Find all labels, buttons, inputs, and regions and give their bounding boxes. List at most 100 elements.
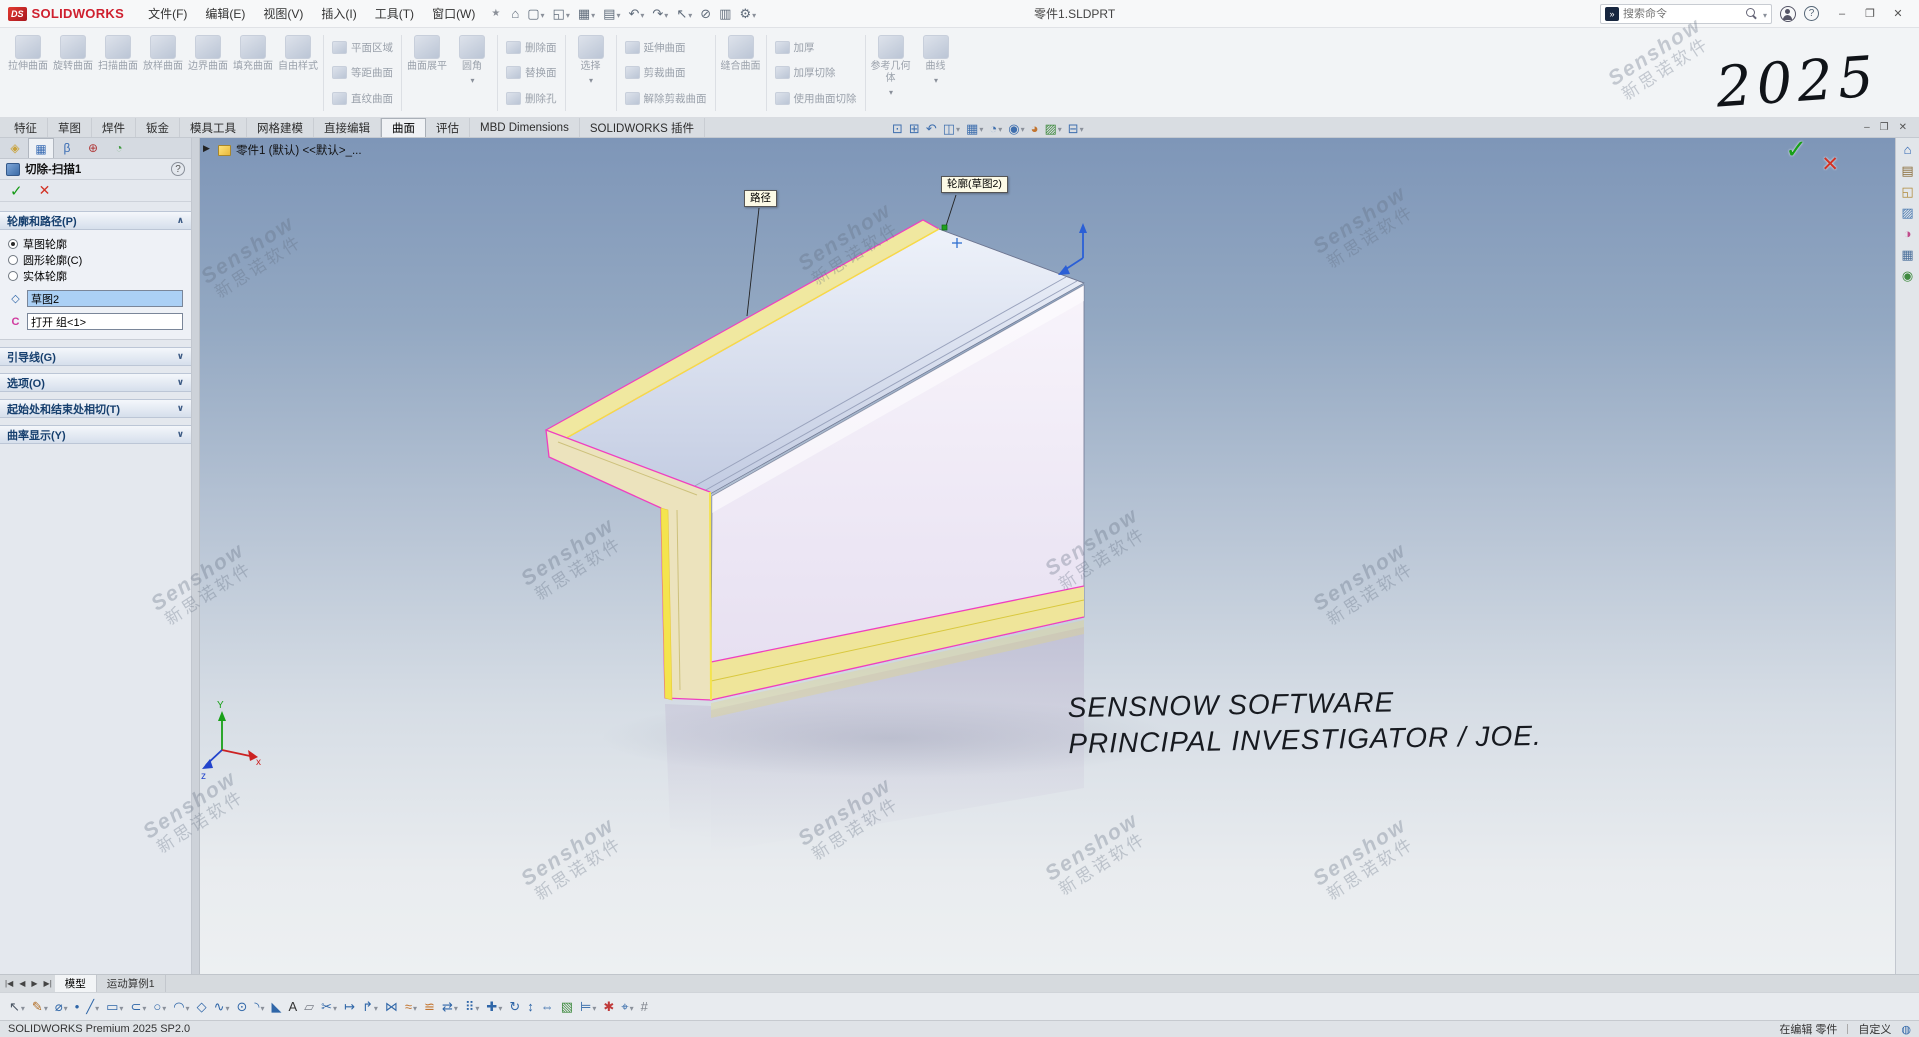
- flatten-surface-button[interactable]: 曲面展平: [405, 31, 449, 115]
- tab-motion-study-1[interactable]: 运动算例1: [97, 975, 166, 992]
- edit-appearance-icon[interactable]: ◕: [1029, 122, 1041, 135]
- attachment-button[interactable]: ⊘: [697, 5, 714, 22]
- rectangle-tool-icon[interactable]: ▭: [103, 999, 126, 1015]
- replace-face-button[interactable]: 替换面: [506, 65, 557, 80]
- featuremanager-tree-tab[interactable]: ◈: [2, 138, 28, 158]
- section-view-icon[interactable]: ◫: [941, 121, 962, 135]
- search-dropdown-icon[interactable]: [1762, 7, 1767, 21]
- profile-callout[interactable]: 轮廓(草图2): [941, 176, 1008, 193]
- next-tab-button[interactable]: ▶: [28, 975, 40, 992]
- design-library-icon[interactable]: ▤: [1901, 164, 1913, 177]
- tab-features[interactable]: 特征: [4, 118, 48, 137]
- redo-button[interactable]: ↷: [649, 5, 671, 23]
- thickened-cut-button[interactable]: 加厚切除: [775, 65, 857, 80]
- status-customize[interactable]: 自定义: [1858, 1021, 1891, 1037]
- view-orientation-icon[interactable]: ▦: [964, 121, 985, 135]
- menu-file[interactable]: 文件(F): [140, 2, 195, 25]
- surface-offset-icon[interactable]: ≌: [421, 999, 438, 1014]
- group-header-profile-path[interactable]: 轮廓和路径(P): [0, 211, 191, 230]
- select-cursor-button[interactable]: ↖: [673, 5, 695, 23]
- filled-surface-button[interactable]: 填充曲面: [231, 31, 275, 115]
- move-entities-icon[interactable]: ✚: [483, 999, 505, 1015]
- tab-mbd-dimensions[interactable]: MBD Dimensions: [470, 118, 580, 137]
- polygon-tool-icon[interactable]: ◇: [194, 999, 210, 1014]
- tab-solidworks-addins[interactable]: SOLIDWORKS 插件: [580, 118, 705, 137]
- path-callout[interactable]: 路径: [744, 190, 777, 207]
- linear-pattern-icon[interactable]: ⠿: [462, 999, 483, 1015]
- app-restore-button[interactable]: ❐: [1857, 7, 1883, 20]
- view-settings-icon[interactable]: ⊟: [1066, 121, 1086, 135]
- displaymanager-tab[interactable]: ◔: [106, 138, 132, 158]
- quick-snaps-icon[interactable]: ⌖: [618, 999, 636, 1015]
- sheet-properties-button[interactable]: ▥: [716, 5, 734, 22]
- document-close-button[interactable]: ✕: [1899, 122, 1907, 133]
- cut-with-surface-button[interactable]: 使用曲面切除: [775, 91, 857, 106]
- sketch-tool-icon[interactable]: ✎: [29, 999, 51, 1015]
- undo-button[interactable]: ↶: [625, 5, 647, 23]
- ok-button[interactable]: ✓: [10, 182, 23, 200]
- search-input[interactable]: [1623, 8, 1741, 20]
- thicken-button[interactable]: 加厚: [775, 40, 857, 55]
- delete-face-button[interactable]: 删除面: [506, 40, 557, 55]
- breadcrumb[interactable]: 零件1 (默认) <<默认>_...: [218, 142, 362, 158]
- convert-entities-icon[interactable]: ↱: [359, 999, 381, 1015]
- panel-splitter[interactable]: [192, 138, 200, 974]
- sketch-point-marker[interactable]: [942, 225, 947, 230]
- custom-properties-icon[interactable]: ▦: [1901, 248, 1913, 261]
- featuremanager-flyout-arrow[interactable]: ▶: [203, 143, 210, 154]
- menu-tools[interactable]: 工具(T): [367, 2, 422, 25]
- ruled-surface-button[interactable]: 直纹曲面: [332, 91, 393, 106]
- line-tool-icon[interactable]: ╱: [83, 999, 102, 1015]
- solidworks-resources-icon[interactable]: ⌂: [1904, 143, 1912, 156]
- options-button[interactable]: ⚙: [736, 5, 759, 23]
- extruded-surface-button[interactable]: 拉伸曲面: [6, 31, 50, 115]
- text-tool-icon[interactable]: A: [285, 999, 300, 1014]
- curves-button[interactable]: 曲线: [914, 31, 958, 115]
- open-document-button[interactable]: ◱: [550, 5, 573, 23]
- dimxpertmanager-tab[interactable]: ⊕: [80, 138, 106, 158]
- radio-sketch-profile[interactable]: 草图轮廓: [8, 236, 183, 252]
- tab-mesh-modeling[interactable]: 网格建模: [247, 118, 314, 137]
- select-button[interactable]: 选择: [569, 31, 613, 115]
- appearances-scenes-icon[interactable]: ◑: [1904, 227, 1912, 240]
- trim-entities-icon[interactable]: ✂: [318, 999, 340, 1015]
- app-close-button[interactable]: ✕: [1885, 7, 1911, 20]
- ellipse-tool-icon[interactable]: ⊙: [233, 999, 250, 1014]
- menu-edit[interactable]: 编辑(E): [197, 2, 253, 25]
- app-minimize-button[interactable]: –: [1829, 8, 1855, 20]
- revolved-surface-button[interactable]: 旋转曲面: [51, 31, 95, 115]
- pm-help-icon[interactable]: ?: [171, 162, 185, 176]
- lofted-surface-button[interactable]: 放样曲面: [141, 31, 185, 115]
- view-palette-icon[interactable]: ▨: [1901, 206, 1913, 219]
- offset-surface-button[interactable]: 等距曲面: [332, 65, 393, 80]
- confirmation-cancel-icon[interactable]: ✕: [1821, 152, 1839, 177]
- knit-surface-button[interactable]: 缝合曲面: [719, 31, 763, 115]
- tab-mold-tools[interactable]: 模具工具: [180, 118, 247, 137]
- profile-selection-box[interactable]: 草图2: [27, 290, 183, 307]
- tab-weldments[interactable]: 焊件: [92, 118, 136, 137]
- fillet-button[interactable]: 圆角: [450, 31, 494, 115]
- propertymanager-tab[interactable]: ▦: [28, 138, 54, 158]
- point-tool-icon[interactable]: •: [72, 999, 83, 1014]
- apply-scene-icon[interactable]: ▨: [1042, 121, 1063, 135]
- spline-tool-icon[interactable]: ∿: [211, 999, 233, 1015]
- cancel-button[interactable]: ✕: [39, 182, 51, 199]
- rotate-entities-icon[interactable]: ↻: [506, 999, 523, 1014]
- solidworks-forum-icon[interactable]: ◉: [1902, 269, 1913, 282]
- trim-surface-button[interactable]: 剪裁曲面: [625, 65, 707, 80]
- menu-insert[interactable]: 插入(I): [313, 2, 364, 25]
- print-button[interactable]: ▤: [600, 5, 623, 23]
- display-style-icon[interactable]: ◔: [987, 121, 1004, 135]
- previous-tab-button[interactable]: ◀: [16, 975, 28, 992]
- home-button[interactable]: ⌂: [508, 5, 522, 22]
- planar-surface-button[interactable]: 平面区域: [332, 40, 393, 55]
- hide-show-items-icon[interactable]: ◉: [1006, 121, 1026, 135]
- stretch-entities-icon[interactable]: ⇔: [538, 999, 557, 1014]
- tab-evaluate[interactable]: 评估: [426, 118, 470, 137]
- scale-entities-icon[interactable]: ↕: [524, 999, 537, 1014]
- tab-model[interactable]: 模型: [55, 975, 97, 992]
- smart-dimension-icon[interactable]: ⌀: [52, 999, 71, 1015]
- previous-view-icon[interactable]: ↶: [924, 122, 939, 135]
- extend-surface-button[interactable]: 延伸曲面: [625, 40, 707, 55]
- path-selection-box[interactable]: 打开 组<1>: [27, 313, 183, 330]
